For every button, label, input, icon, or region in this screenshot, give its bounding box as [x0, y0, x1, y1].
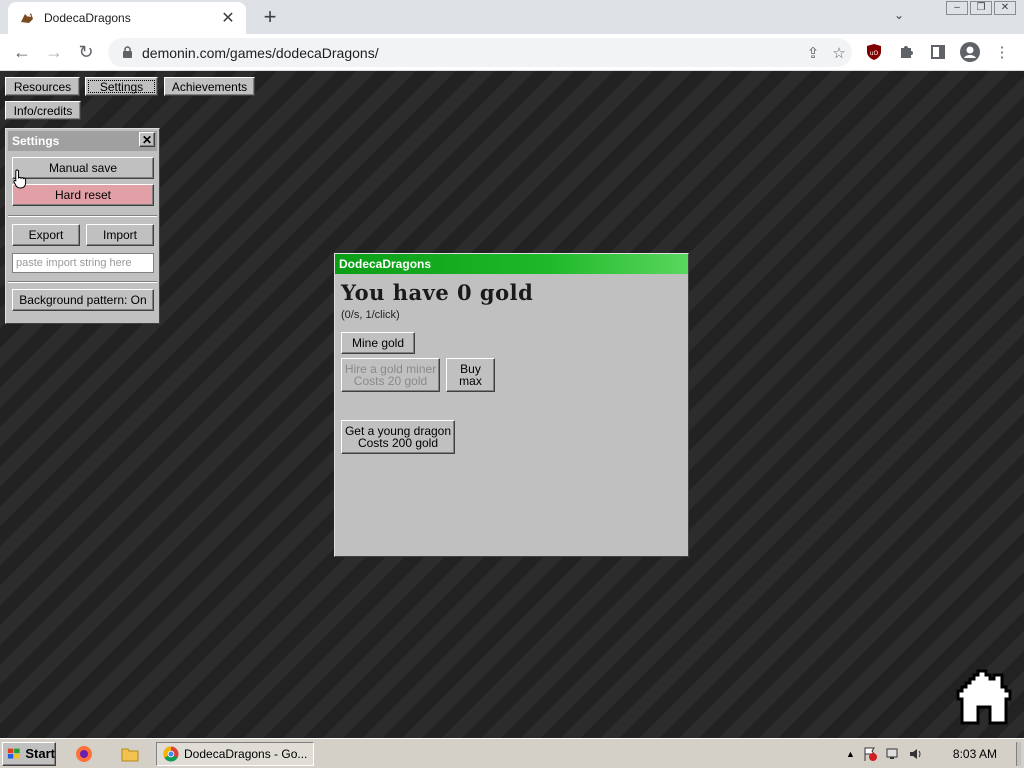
share-icon[interactable]: ⇪ [800, 41, 826, 65]
home-icon[interactable] [954, 667, 1014, 731]
svg-text:uO: uO [870, 50, 879, 57]
info-credits-tab-button[interactable]: Info/credits [5, 101, 81, 120]
firefox-icon[interactable] [74, 744, 94, 764]
settings-window: Settings ✕ Manual save Hard reset Export… [5, 128, 160, 324]
browser-toolbar: ← → ↻ demonin.com/games/dodecaDragons/ ⇪… [0, 34, 1024, 71]
file-explorer-icon[interactable] [120, 744, 140, 764]
os-taskbar: Start DodecaDragons - Go... ▲ 8:03 AM [0, 738, 1024, 768]
buy-max-button[interactable]: Buy max [446, 358, 495, 392]
close-settings-icon[interactable]: ✕ [139, 132, 155, 147]
taskbar-clock[interactable]: 8:03 AM [953, 747, 997, 761]
close-tab-icon[interactable]: ✕ [220, 10, 236, 27]
gold-amount-heading: You have 0 gold [341, 280, 534, 305]
start-button[interactable]: Start [2, 742, 56, 766]
hire-gold-miner-button[interactable]: Hire a gold miner Costs 20 gold [341, 358, 440, 392]
export-button[interactable]: Export [12, 224, 80, 246]
address-bar[interactable]: demonin.com/games/dodecaDragons/ ⇪ ☆ [108, 38, 852, 67]
volume-speaker-icon[interactable] [908, 746, 924, 762]
background-pattern-toggle[interactable]: Background pattern: On [12, 289, 154, 311]
settings-divider [8, 281, 157, 283]
tray-expand-arrow-icon[interactable]: ▲ [846, 749, 855, 759]
settings-tab-button[interactable]: Settings [85, 77, 158, 96]
gold-rate-text: (0/s, 1/click) [341, 309, 400, 321]
hard-reset-button[interactable]: Hard reset [12, 184, 154, 206]
network-icon[interactable] [885, 746, 901, 762]
game-window-title: DodecaDragons [335, 254, 688, 274]
resources-tab-button[interactable]: Resources [5, 77, 80, 96]
game-window: DodecaDragons You have 0 gold (0/s, 1/cl… [334, 253, 689, 557]
import-string-input[interactable] [12, 253, 154, 273]
back-arrow-icon[interactable]: ← [10, 40, 34, 64]
lock-icon [120, 46, 134, 60]
manual-save-button[interactable]: Manual save [12, 157, 154, 179]
system-tray: ▲ 8:03 AM [842, 742, 1012, 766]
browser-tabstrip: DodecaDragons ✕ + ⌄ – ❐ ✕ [0, 0, 1024, 34]
settings-window-title: Settings [8, 131, 157, 151]
start-label: Start [25, 746, 55, 761]
side-panel-icon[interactable] [927, 41, 949, 63]
action-center-flag-icon[interactable] [862, 746, 878, 762]
achievements-tab-button[interactable]: Achievements [164, 77, 255, 96]
profile-avatar-icon[interactable] [959, 41, 981, 63]
chrome-taskbar-title: DodecaDragons - Go... [184, 747, 308, 761]
window-controls: – ❐ ✕ [946, 1, 1016, 15]
hire-miner-cost: Costs 20 gold [353, 374, 428, 388]
new-tab-icon[interactable]: + [258, 4, 282, 29]
buy-max-label-line2: max [459, 374, 482, 388]
mine-gold-button[interactable]: Mine gold [341, 332, 415, 354]
url-text: demonin.com/games/dodecaDragons/ [142, 44, 379, 61]
reload-icon[interactable]: ↻ [74, 40, 98, 64]
young-dragon-cost: Costs 200 gold [357, 436, 439, 450]
chrome-icon [163, 746, 179, 762]
get-young-dragon-button[interactable]: Get a young dragon Costs 200 gold [341, 420, 455, 454]
hand-pointer-cursor-icon [13, 169, 27, 189]
extensions-puzzle-icon[interactable] [895, 41, 917, 63]
minimize-icon[interactable]: – [946, 1, 968, 15]
chrome-taskbar-item[interactable]: DodecaDragons - Go... [156, 742, 314, 766]
ublock-shield-icon[interactable]: uO [863, 41, 885, 63]
game-page: Resources Settings Achievements Info/cre… [0, 71, 1024, 738]
restore-icon[interactable]: ❐ [970, 1, 992, 15]
dragon-favicon-icon [18, 9, 36, 27]
close-window-icon[interactable]: ✕ [994, 1, 1016, 15]
tab-search-chevron-icon[interactable]: ⌄ [894, 8, 904, 22]
show-desktop-button[interactable] [1016, 742, 1021, 766]
bookmark-star-icon[interactable]: ☆ [826, 41, 852, 65]
browser-tab[interactable]: DodecaDragons ✕ [8, 2, 246, 34]
forward-arrow-icon[interactable]: → [42, 40, 66, 64]
settings-divider [8, 215, 157, 217]
chrome-menu-icon[interactable]: ⋮ [991, 41, 1013, 63]
windows-logo-icon [7, 748, 20, 759]
tab-title: DodecaDragons [44, 11, 131, 25]
import-button[interactable]: Import [86, 224, 154, 246]
